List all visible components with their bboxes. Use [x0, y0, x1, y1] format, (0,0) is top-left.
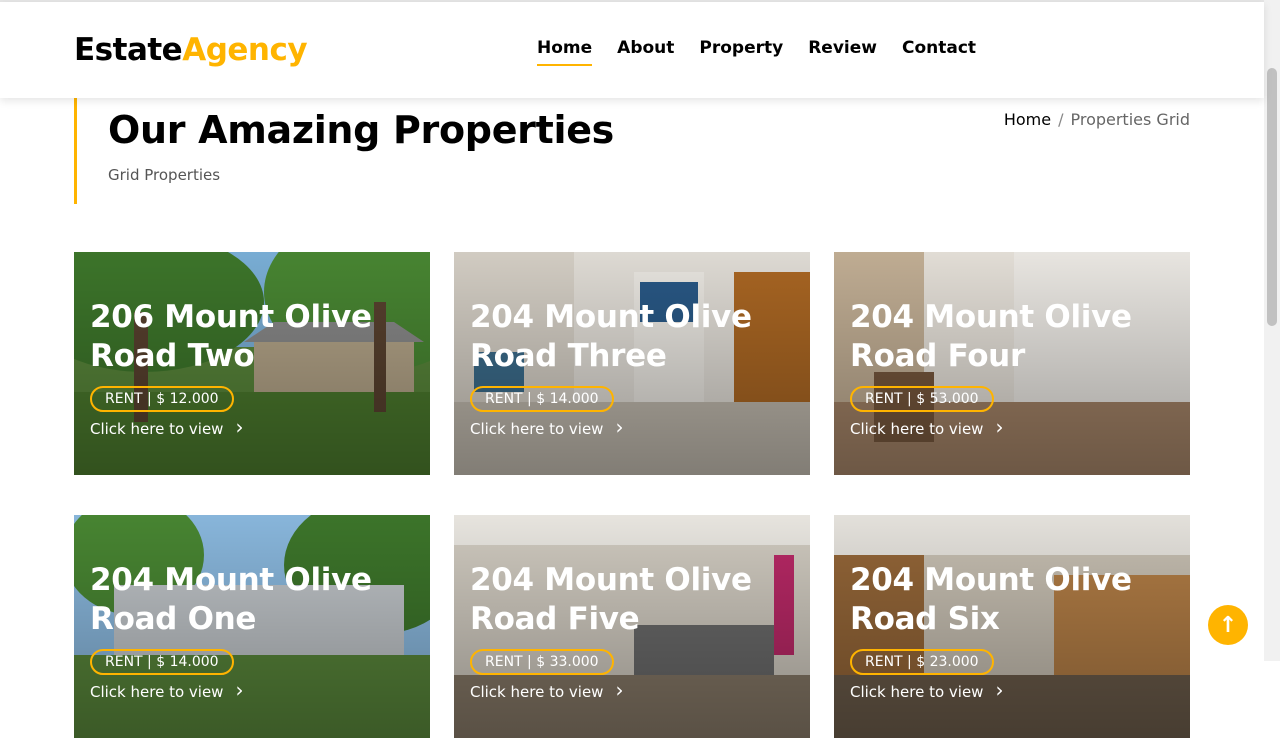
- view-link-label: Click here to view: [850, 420, 984, 438]
- property-title: 204 Mount Olive Road Six: [850, 562, 1132, 637]
- property-title: 204 Mount Olive Road One: [90, 562, 372, 637]
- property-title: 204 Mount Olive Road Three: [470, 299, 752, 374]
- view-link[interactable]: Click here to view ›: [90, 415, 244, 439]
- property-title: 206 Mount Olive Road Two: [90, 299, 372, 374]
- view-link-label: Click here to view: [470, 683, 604, 701]
- breadcrumb-separator: /: [1058, 110, 1064, 129]
- price-badge: RENT | $ 14.000: [90, 649, 234, 675]
- property-title: 204 Mount Olive Road Four: [850, 299, 1132, 374]
- logo-part2: Agency: [182, 32, 308, 68]
- nav-about[interactable]: About: [617, 38, 674, 64]
- logo[interactable]: EstateAgency: [74, 32, 308, 68]
- price-badge: RENT | $ 53.000: [850, 386, 994, 412]
- main-nav: Home About Property Review Contact: [537, 38, 976, 66]
- page-scrollbar[interactable]: [1264, 0, 1280, 661]
- chevron-right-icon: ›: [995, 678, 1004, 702]
- nav-review[interactable]: Review: [808, 38, 877, 64]
- intro-accent-bar: [74, 98, 77, 204]
- site-header: EstateAgency Home About Property Review …: [0, 2, 1264, 98]
- price-badge: RENT | $ 23.000: [850, 649, 994, 675]
- property-card[interactable]: 204 Mount Olive Road Six RENT | $ 23.000…: [834, 515, 1190, 738]
- property-card[interactable]: 204 Mount Olive Road Four RENT | $ 53.00…: [834, 252, 1190, 475]
- nav-property[interactable]: Property: [699, 38, 783, 64]
- view-link[interactable]: Click here to view ›: [470, 678, 624, 702]
- view-link[interactable]: Click here to view ›: [850, 678, 1004, 702]
- nav-home[interactable]: Home: [537, 38, 593, 66]
- view-link[interactable]: Click here to view ›: [850, 415, 1004, 439]
- page-subtitle: Grid Properties: [108, 166, 221, 184]
- breadcrumb-current: Properties Grid: [1070, 110, 1190, 129]
- chevron-right-icon: ›: [615, 415, 624, 439]
- view-link[interactable]: Click here to view ›: [90, 678, 244, 702]
- nav-contact[interactable]: Contact: [902, 38, 976, 64]
- logo-part1: Estate: [74, 32, 183, 68]
- arrow-up-icon: ↑: [1218, 612, 1238, 638]
- chevron-right-icon: ›: [235, 678, 244, 702]
- page-title: Our Amazing Properties: [108, 108, 614, 152]
- breadcrumb-home[interactable]: Home: [1004, 110, 1051, 129]
- view-link-label: Click here to view: [850, 683, 984, 701]
- view-link-label: Click here to view: [90, 420, 224, 438]
- property-card[interactable]: 204 Mount Olive Road One RENT | $ 14.000…: [74, 515, 430, 738]
- scroll-to-top-button[interactable]: ↑: [1208, 605, 1248, 645]
- view-link-label: Click here to view: [470, 420, 604, 438]
- chevron-right-icon: ›: [995, 415, 1004, 439]
- breadcrumb: Home / Properties Grid: [1004, 110, 1190, 129]
- chevron-right-icon: ›: [615, 678, 624, 702]
- chevron-right-icon: ›: [235, 415, 244, 439]
- property-card[interactable]: 204 Mount Olive Road Three RENT | $ 14.0…: [454, 252, 810, 475]
- property-card[interactable]: 204 Mount Olive Road Five RENT | $ 33.00…: [454, 515, 810, 738]
- property-card[interactable]: 206 Mount Olive Road Two RENT | $ 12.000…: [74, 252, 430, 475]
- view-link[interactable]: Click here to view ›: [470, 415, 624, 439]
- view-link-label: Click here to view: [90, 683, 224, 701]
- price-badge: RENT | $ 12.000: [90, 386, 234, 412]
- property-title: 204 Mount Olive Road Five: [470, 562, 752, 637]
- price-badge: RENT | $ 14.000: [470, 386, 614, 412]
- scrollbar-thumb[interactable]: [1267, 68, 1277, 326]
- price-badge: RENT | $ 33.000: [470, 649, 614, 675]
